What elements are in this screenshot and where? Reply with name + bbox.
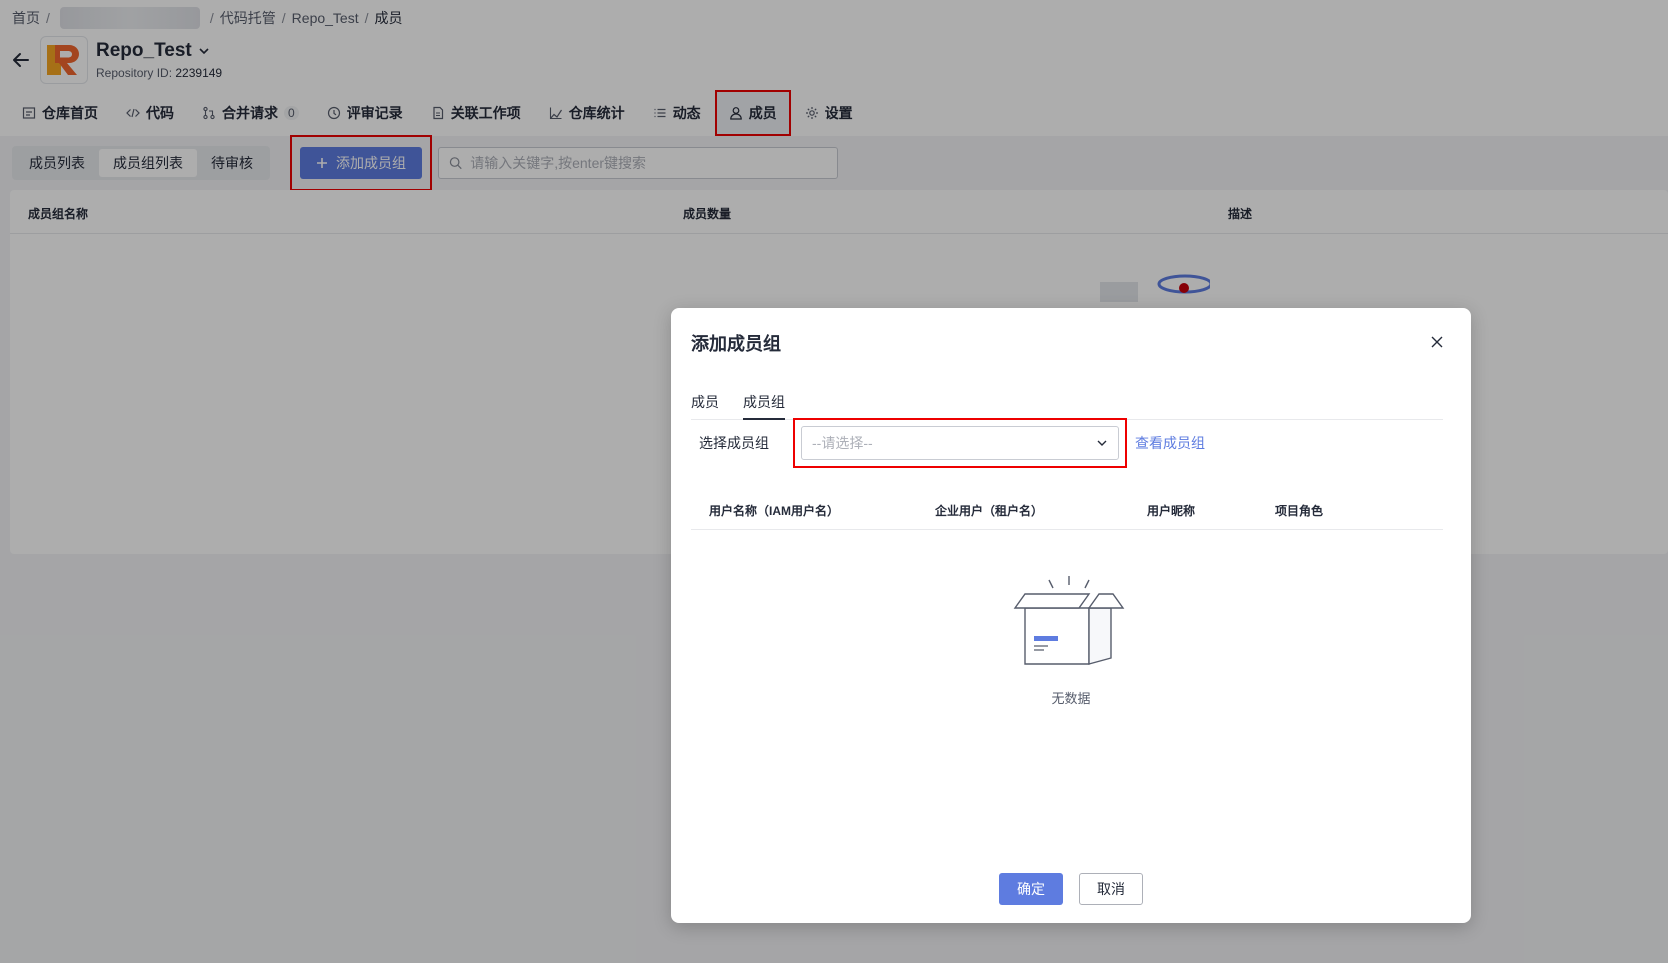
column-header-username: 用户名称（IAM用户名）: [709, 504, 839, 518]
dialog-title: 添加成员组: [691, 334, 781, 354]
select-member-group-row: 选择成员组 --请选择-- 查看成员组: [699, 418, 1205, 468]
select-member-group-label: 选择成员组: [699, 435, 769, 451]
dialog-table-header: 用户名称（IAM用户名） 企业用户（租户名） 用户昵称 项目角色: [691, 488, 1443, 530]
chevron-down-icon: [1097, 440, 1107, 446]
member-group-select[interactable]: --请选择--: [801, 426, 1119, 460]
empty-box-icon: [1013, 576, 1125, 665]
confirm-button[interactable]: 确定: [999, 873, 1063, 905]
add-member-group-dialog: 添加成员组 成员 成员组 选择成员组 --请选择-- 查看成员组 用户名称（IA…: [671, 308, 1471, 923]
cancel-button[interactable]: 取消: [1079, 873, 1143, 905]
dialog-tab-member[interactable]: 成员: [691, 382, 719, 420]
close-icon[interactable]: [1429, 334, 1445, 350]
empty-state: 无数据: [671, 570, 1471, 707]
dialog-footer: 确定 取消: [671, 873, 1471, 905]
column-header-project-role: 项目角色: [1275, 504, 1324, 518]
select-highlight: --请选择--: [793, 418, 1127, 468]
empty-text: 无数据: [1051, 691, 1091, 706]
dialog-tabs: 成员 成员组: [691, 382, 1443, 420]
column-header-enterprise-user: 企业用户（租户名）: [935, 504, 1044, 518]
column-header-nickname: 用户昵称: [1147, 504, 1196, 518]
select-placeholder: --请选择--: [812, 435, 873, 451]
page: 首页 / / 代码托管 / Repo_Test / 成员 Repo_Test R…: [0, 0, 1668, 963]
dialog-tab-member-group[interactable]: 成员组: [743, 382, 785, 420]
view-member-groups-link[interactable]: 查看成员组: [1135, 433, 1205, 453]
